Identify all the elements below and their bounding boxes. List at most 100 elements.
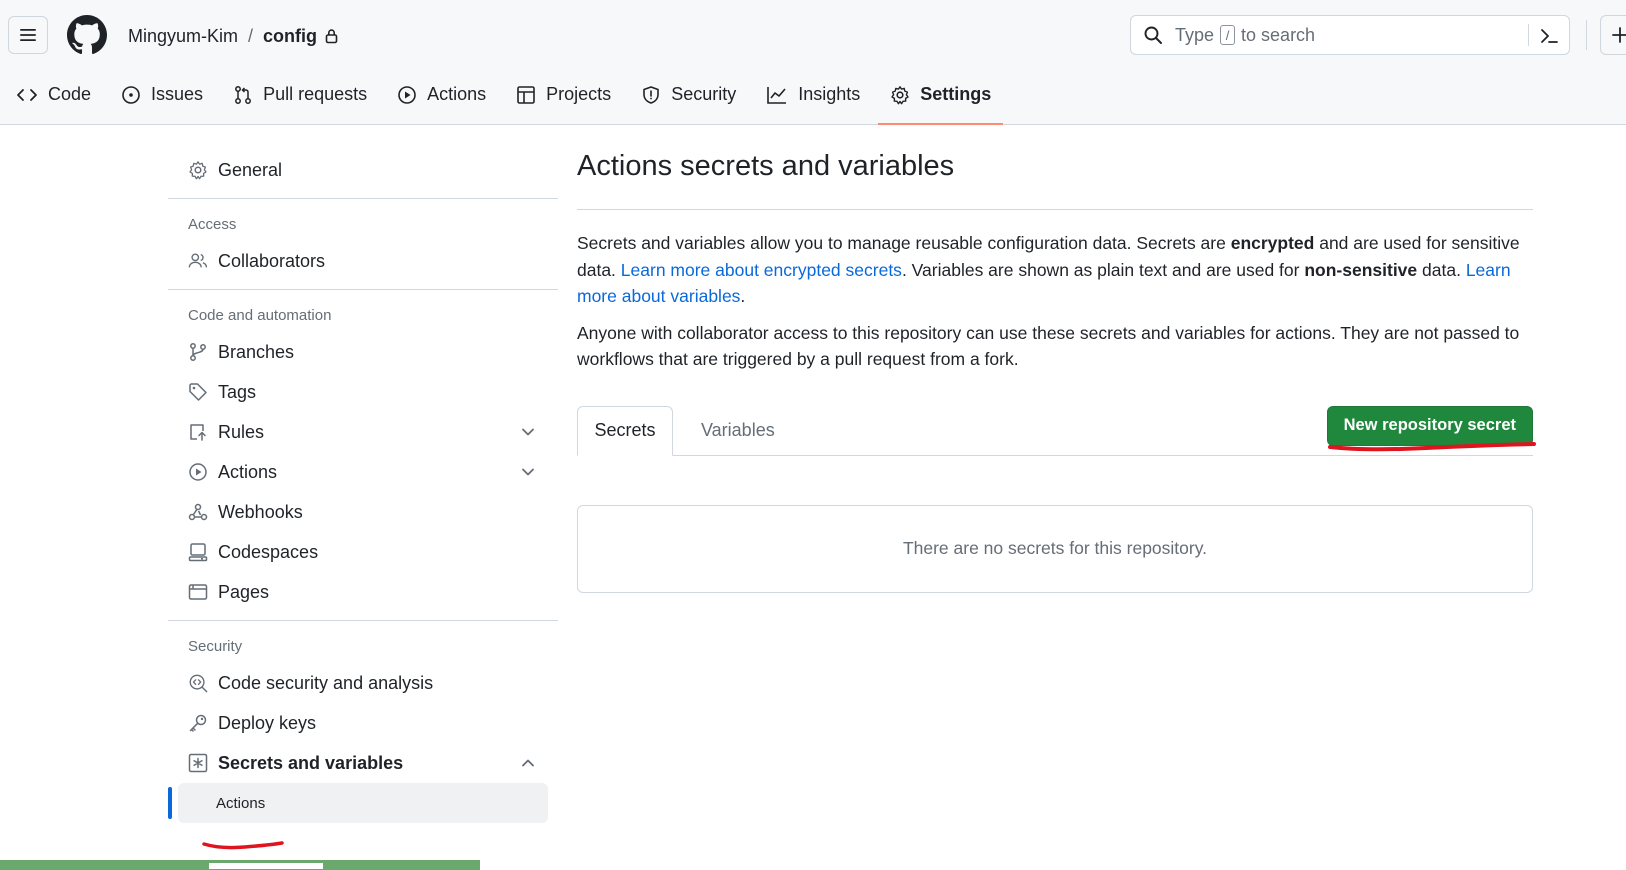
description-text: Secrets and variables allow you to manag… <box>577 233 1231 253</box>
owner-link[interactable]: Mingyum-Kim <box>128 26 238 47</box>
empty-state: There are no secrets for this repository… <box>577 504 1533 593</box>
sidebar-item-label: Pages <box>218 581 270 602</box>
sidebar-item-label: Rules <box>218 421 265 442</box>
sidebar-heading-code-automation: Code and automation <box>188 306 332 324</box>
settings-sidebar: General Access Collaborators Code and au… <box>168 150 558 823</box>
tab-actions-label: Actions <box>427 84 487 104</box>
sidebar-item-label: Collaborators <box>218 250 326 271</box>
gear-icon <box>188 160 208 180</box>
browser-icon <box>188 582 208 602</box>
red-underline-annotation <box>1328 442 1536 452</box>
graph-icon <box>767 86 787 104</box>
tab-settings-label: Settings <box>920 84 992 104</box>
sidebar-divider <box>168 620 558 621</box>
sidebar-item-deploy-keys[interactable]: Deploy keys <box>168 703 558 743</box>
sidebar-item-branches[interactable]: Branches <box>168 332 558 372</box>
table-icon <box>517 85 535 104</box>
sidebar-item-actions[interactable]: Actions <box>168 452 558 492</box>
sidebar-item-label: Deploy keys <box>218 712 317 733</box>
sidebar-item-label: Webhooks <box>218 501 303 522</box>
sidebar-item-label: Actions <box>218 461 278 482</box>
repo-nav: Code Issues Pull requests Actions Projec… <box>0 72 1009 125</box>
tab-projects[interactable]: Projects <box>504 72 623 117</box>
sidebar-item-label: Tags <box>218 381 257 402</box>
tab-actions[interactable]: Actions <box>385 72 498 117</box>
tab-issues[interactable]: Issues <box>109 72 215 117</box>
learn-encrypted-secrets-link[interactable]: Learn more about encrypted secrets <box>621 260 902 280</box>
bottom-banner-field <box>208 862 324 870</box>
gear-icon <box>891 85 909 104</box>
access-note-paragraph: Anyone with collaborator access to this … <box>577 322 1520 370</box>
chevron-down-icon[interactable] <box>520 464 536 480</box>
sidebar-item-label: Code security and analysis <box>218 672 434 693</box>
emphasis-non-sensitive: non-sensitive <box>1304 259 1418 280</box>
sidebar-item-secrets-variables[interactable]: Secrets and variables <box>168 743 558 783</box>
github-logo-icon[interactable] <box>67 15 107 55</box>
search-divider <box>1528 24 1529 46</box>
people-icon <box>188 251 208 271</box>
sidebar-item-tags[interactable]: Tags <box>168 372 558 412</box>
create-new-button[interactable] <box>1600 15 1626 55</box>
description-paragraph: Secrets and variables allow you to manag… <box>577 230 1533 310</box>
asterisk-icon <box>188 753 208 773</box>
sidebar-item-rules[interactable]: Rules <box>168 412 558 452</box>
search-prefix: Type <box>1175 24 1215 45</box>
sidebar-item-general[interactable]: General <box>168 150 558 190</box>
command-palette-icon[interactable] <box>1539 26 1559 46</box>
codescan-icon <box>188 672 208 694</box>
issue-icon <box>122 85 140 104</box>
tab-variables[interactable]: Variables <box>691 406 785 456</box>
tag-icon <box>188 382 208 402</box>
search-icon <box>1143 25 1163 45</box>
sidebar-heading-security: Security <box>188 637 243 655</box>
repo-link[interactable]: config <box>263 26 317 47</box>
sidebar-item-label: Branches <box>218 341 295 362</box>
pull-request-icon <box>235 85 252 104</box>
shield-icon <box>643 85 659 104</box>
tab-secrets[interactable]: Secrets <box>577 405 673 456</box>
breadcrumb: Mingyum-Kim / config <box>128 22 338 50</box>
sidebar-divider <box>168 289 558 290</box>
tab-code[interactable]: Code <box>4 72 103 117</box>
tab-code-label: Code <box>48 84 92 104</box>
sidebar-item-collaborators[interactable]: Collaborators <box>168 241 558 281</box>
breadcrumb-separator: / <box>248 25 254 46</box>
sidebar-item-webhooks[interactable]: Webhooks <box>168 492 558 532</box>
tab-security[interactable]: Security <box>629 72 748 117</box>
sidebar-item-pages[interactable]: Pages <box>168 572 558 612</box>
rules-icon <box>188 422 208 442</box>
tab-issues-label: Issues <box>151 84 204 104</box>
sidebar-item-label: Secrets and variables <box>218 752 404 773</box>
main-content: Actions secrets and variables Secrets an… <box>577 150 1533 593</box>
sidebar-item-label: General <box>218 159 283 180</box>
search-placeholder: Type / to search <box>1175 25 1315 46</box>
sidebar-item-code-security[interactable]: Code security and analysis <box>168 663 558 703</box>
tab-pull-requests[interactable]: Pull requests <box>221 72 379 117</box>
active-indicator <box>168 787 172 819</box>
tab-insights[interactable]: Insights <box>754 72 872 117</box>
sidebar-subitem-label: Actions <box>216 794 266 812</box>
tab-insights-label: Insights <box>798 84 861 104</box>
search-shortcut-key: / <box>1220 25 1236 45</box>
hamburger-icon <box>20 29 36 41</box>
webhook-icon <box>188 502 208 522</box>
sidebar-item-codespaces[interactable]: Codespaces <box>168 532 558 572</box>
sidebar-item-label: Codespaces <box>218 541 319 562</box>
search-suffix: to search <box>1241 24 1316 45</box>
menu-button[interactable] <box>8 16 48 54</box>
tab-security-label: Security <box>671 84 737 104</box>
sidebar-subitem-actions[interactable]: Actions <box>168 783 548 823</box>
page-title: Actions secrets and variables <box>577 150 1533 210</box>
branch-icon <box>188 342 208 362</box>
plus-icon <box>1612 27 1626 43</box>
description-text: . <box>740 286 746 306</box>
chevron-down-icon[interactable] <box>520 424 536 440</box>
sidebar-divider <box>168 198 558 199</box>
chevron-up-icon[interactable] <box>520 755 536 771</box>
search-input[interactable]: Type / to search <box>1130 15 1570 55</box>
play-icon <box>188 462 208 482</box>
tab-settings[interactable]: Settings <box>878 72 1004 125</box>
code-icon <box>17 88 37 101</box>
sidebar-heading-access: Access <box>188 215 237 233</box>
key-icon <box>188 713 208 733</box>
